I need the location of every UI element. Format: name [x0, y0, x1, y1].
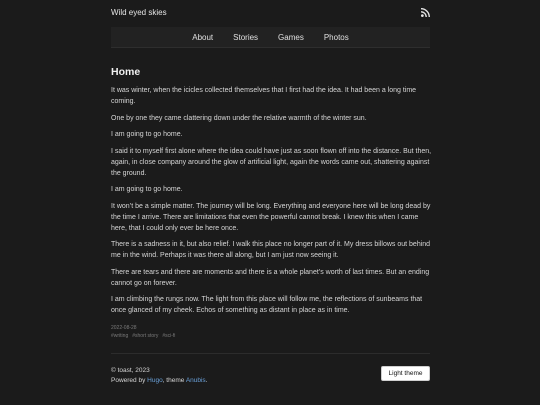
post-title: Home [111, 66, 141, 78]
copyright-text: © toast, 2023 [111, 367, 150, 374]
tag-link[interactable]: #short story [132, 333, 158, 339]
post-paragraph: It won’t be a simple matter. The journey… [111, 202, 431, 232]
site-footer: © toast, 2023 Powered by Hugo, theme Anu… [111, 366, 208, 386]
light-theme-button[interactable]: Light theme [381, 366, 430, 381]
post-paragraph: I am climbing the rungs now. The light f… [111, 296, 423, 314]
nav-stories[interactable]: Stories [233, 33, 258, 42]
post-paragraph: I am going to go home. [111, 186, 183, 193]
post-paragraph: There are tears and there are moments an… [111, 268, 430, 287]
main-nav: About Stories Games Photos [111, 27, 430, 48]
post-paragraph: I am going to go home. [111, 131, 183, 138]
post-content: Home It was winter, when the icicles col… [111, 66, 433, 339]
post-date: 2022-08-28 [111, 325, 137, 331]
post-tags: #writing #short story #sci-fi [111, 333, 433, 339]
theme-text: , theme [162, 377, 186, 384]
site-title-link[interactable]: Wild eyed skies [111, 8, 167, 17]
hugo-link[interactable]: Hugo [147, 377, 163, 384]
anubis-link[interactable]: Anubis [186, 377, 206, 384]
post-paragraph: One by one they came clattering down und… [111, 114, 367, 122]
footer-divider [111, 353, 430, 354]
rss-icon[interactable] [421, 8, 430, 17]
post-paragraph: I said it to myself first alone where th… [111, 147, 432, 177]
tag-link[interactable]: #sci-fi [162, 333, 175, 339]
page: Wild eyed skies About Stories Games Phot… [0, 0, 540, 405]
footer-suffix: . [205, 377, 208, 384]
nav-about[interactable]: About [192, 33, 213, 42]
post-paragraph: It was winter, when the icicles collecte… [111, 87, 417, 105]
tag-link[interactable]: #writing [111, 333, 128, 339]
powered-prefix: Powered by [111, 377, 148, 384]
nav-photos[interactable]: Photos [324, 33, 349, 42]
post-paragraph: There is a sadness in it, but also relie… [111, 241, 431, 259]
powered-by-text: Powered by Hugo, theme Anubis. [111, 376, 208, 386]
nav-games[interactable]: Games [278, 33, 304, 42]
